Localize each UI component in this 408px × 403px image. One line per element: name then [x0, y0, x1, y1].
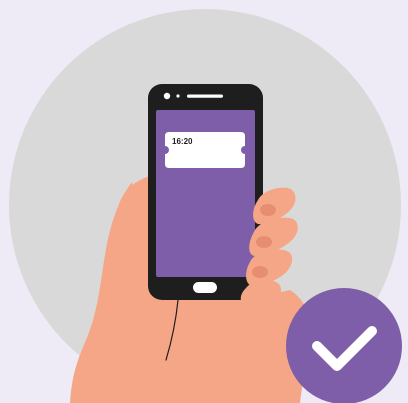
ticket-icon: 16:20	[165, 132, 245, 168]
check-badge	[286, 288, 402, 403]
illustration: 16:20	[0, 0, 408, 403]
finger-1-nail	[260, 204, 276, 216]
checkmark-icon	[286, 288, 402, 403]
smartphone-icon: 16:20	[148, 84, 263, 300]
finger-3-nail	[252, 266, 268, 278]
front-sensor	[176, 94, 180, 98]
ticket-time: 16:20	[172, 137, 193, 146]
speaker-grille	[187, 94, 223, 98]
finger-2-nail	[256, 236, 272, 248]
home-button	[193, 282, 217, 293]
front-camera	[163, 92, 171, 100]
mobile-ticket-illustration: 16:20	[0, 0, 408, 403]
